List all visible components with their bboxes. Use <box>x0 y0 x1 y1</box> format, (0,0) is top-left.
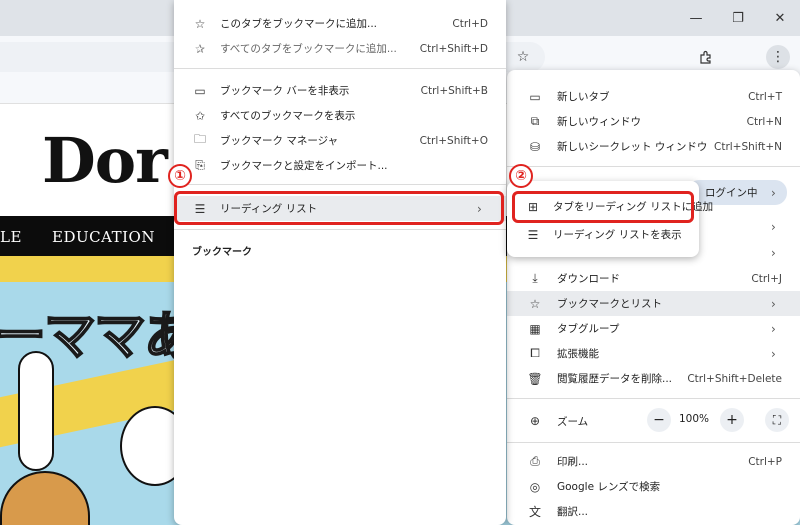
chevron-right-icon: › <box>771 245 776 260</box>
bookmarks-submenu: ☆ このタブをブックマークに追加... Ctrl+D ✰ すべてのタブをブックマ… <box>174 0 506 525</box>
separator <box>507 442 800 443</box>
zoom-level: 100% <box>679 413 710 425</box>
illustration-hair <box>0 471 90 525</box>
menu-item-bookmarks-and-lists[interactable]: ☆ ブックマークとリスト › <box>507 291 800 316</box>
maximize-icon[interactable]: ❐ <box>728 8 748 28</box>
fullscreen-icon[interactable]: ⛶ <box>765 408 789 432</box>
incognito-icon: ⛁ <box>529 139 541 154</box>
new-window-icon: ⧉ <box>530 114 540 128</box>
chevron-right-icon: › <box>771 346 776 361</box>
menu-item-clear-data[interactable]: 🗑 閲覧履歴データを削除... Ctrl+Shift+Delete <box>507 366 800 391</box>
extension-icon: ⧠ <box>530 346 540 360</box>
menu-item-bookmark-manager[interactable]: 🗀 ブックマーク マネージャ Ctrl+Shift+O <box>174 128 506 153</box>
lens-icon: ◎ <box>529 479 541 494</box>
new-tab-icon: ▭ <box>529 89 541 104</box>
highlight-box-reading-list <box>174 191 504 225</box>
star-icon[interactable]: ☆ <box>511 45 535 69</box>
separator <box>174 68 506 69</box>
menu-item-bookmark-tab[interactable]: ☆ このタブをブックマークに追加... Ctrl+D <box>174 11 506 36</box>
close-icon[interactable]: ✕ <box>770 8 790 28</box>
star-icon: ☆ <box>194 16 206 31</box>
menu-item-new-tab[interactable]: ▭ 新しいタブ Ctrl+T <box>507 84 800 109</box>
zoom-in-button[interactable]: + <box>720 408 744 432</box>
reading-list-icon: ☰ <box>527 227 539 242</box>
separator <box>507 166 800 167</box>
menu-item-hide-bookmark-bar[interactable]: ▭ ブックマーク バーを非表示 Ctrl+Shift+B <box>174 78 506 103</box>
menu-item-import-bookmarks[interactable]: ⎘ ブックマークと設定をインポート... <box>174 153 506 178</box>
highlight-box-add-to-reading-list <box>512 191 694 223</box>
star-multi-icon: ✰ <box>194 41 206 56</box>
menu-item-tab-groups[interactable]: ▦ タブグループ › <box>507 316 800 341</box>
menu-item-incognito[interactable]: ⛁ 新しいシークレット ウィンドウ Ctrl+Shift+N <box>507 134 800 159</box>
tab-groups-icon: ▦ <box>529 321 541 336</box>
folder-star-icon: 🗀 <box>193 132 206 146</box>
print-icon: ⎙ <box>530 454 540 468</box>
translate-icon: 文 <box>528 505 541 519</box>
trash-icon: 🗑 <box>527 371 543 386</box>
menu-item-print[interactable]: ⎙ 印刷... Ctrl+P <box>507 449 800 474</box>
menu-item-show-all-bookmarks[interactable]: ✩ すべてのブックマークを表示 <box>174 103 506 128</box>
minimize-icon[interactable]: — <box>686 8 706 28</box>
star-icon: ☆ <box>529 296 541 311</box>
star-list-icon: ✩ <box>194 108 206 123</box>
separator <box>174 229 506 230</box>
step-2-badge: ② <box>509 164 533 188</box>
zoom-out-button[interactable]: − <box>647 408 671 432</box>
download-icon: ⤓ <box>532 271 538 285</box>
zoom-row: ⊕ ズーム − 100% + ⛶ <box>507 408 800 434</box>
nav-link-education[interactable]: EDUCATION <box>52 228 155 246</box>
step-1-badge: ① <box>168 164 192 188</box>
menu-item-translate[interactable]: 文 翻訳... <box>507 499 800 524</box>
chevron-right-icon: › <box>771 296 776 311</box>
bookmarks-section-header: ブックマーク <box>192 247 252 258</box>
chevron-right-icon: › <box>771 321 776 336</box>
menu-item-downloads[interactable]: ⤓ ダウンロード Ctrl+J <box>507 266 800 291</box>
main-menu: ▭ 新しいタブ Ctrl+T ⧉ 新しいウィンドウ Ctrl+N ⛁ 新しいシー… <box>507 70 800 525</box>
menu-item-show-reading-list[interactable]: ☰ リーディング リストを表示 <box>507 222 699 247</box>
import-icon: ⎘ <box>195 158 205 172</box>
menu-item-new-window[interactable]: ⧉ 新しいウィンドウ Ctrl+N <box>507 109 800 134</box>
bookmark-bar-icon: ▭ <box>194 83 206 98</box>
site-logo[interactable]: Dor <box>42 124 168 197</box>
nav-link-lifestyle[interactable]: LE <box>0 228 22 246</box>
illustration-arm <box>18 351 54 471</box>
menu-item-bookmark-all-tabs[interactable]: ✰ すべてのタブをブックマークに追加... Ctrl+Shift+D <box>174 36 506 61</box>
zoom-icon: ⊕ <box>529 414 541 428</box>
separator <box>174 184 506 185</box>
menu-item-extensions[interactable]: ⧠ 拡張機能 › <box>507 341 800 366</box>
chevron-right-icon: › <box>771 219 776 234</box>
extensions-icon[interactable] <box>694 45 718 69</box>
separator <box>507 398 800 399</box>
menu-item-google-lens[interactable]: ◎ Google レンズで検索 <box>507 474 800 499</box>
more-icon[interactable]: ⋮ <box>766 45 790 69</box>
